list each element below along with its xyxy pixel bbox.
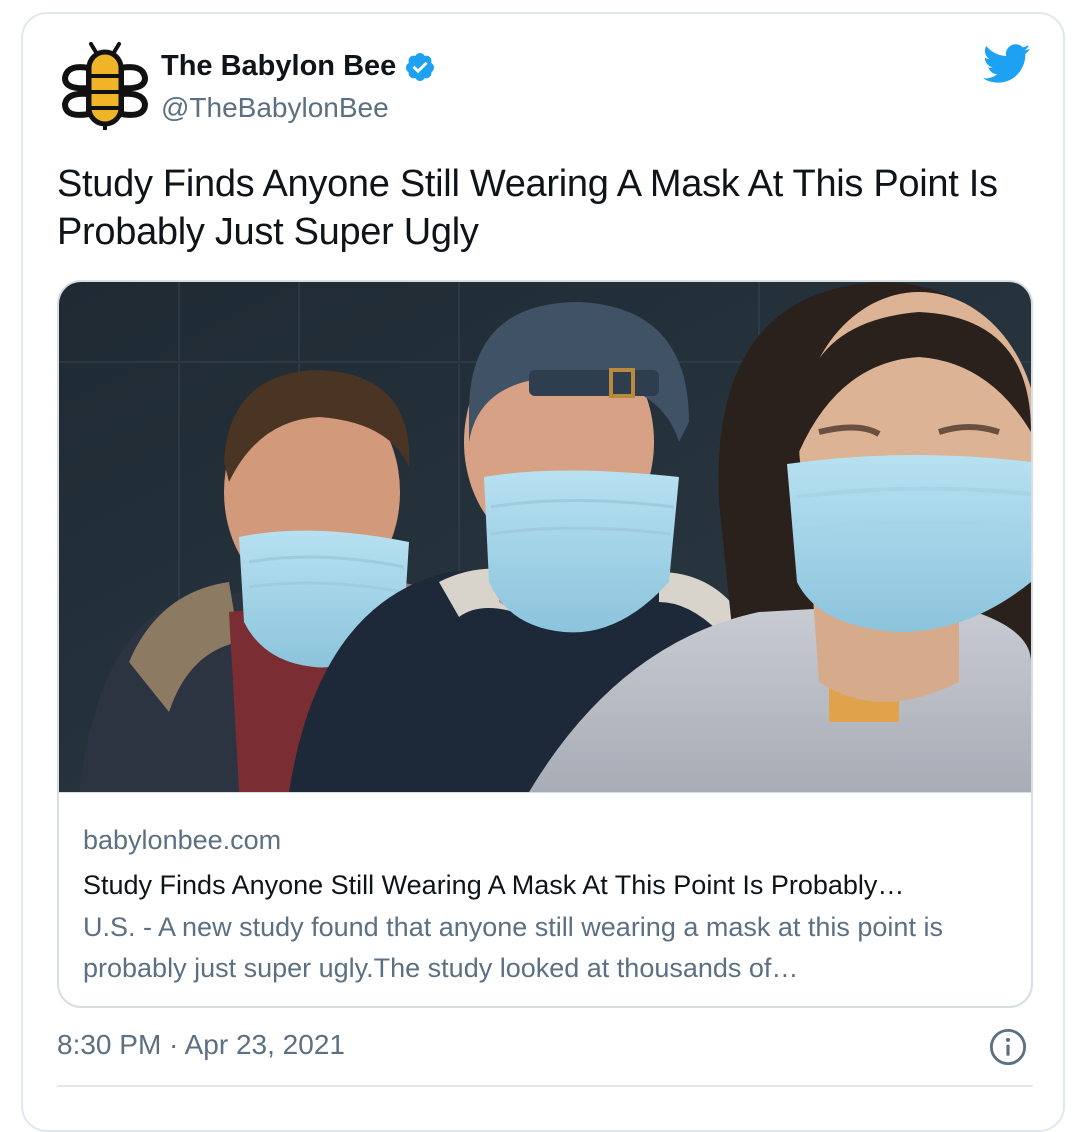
tweet-text: Study Finds Anyone Still Wearing A Mask … [57,163,998,253]
tweet-timestamp[interactable]: 8:30 PM · Apr 23, 2021 [57,1029,345,1061]
verified-badge-icon [406,52,435,81]
card-image[interactable] [59,282,1031,792]
card-body[interactable]: babylonbee.com Study Finds Anyone Still … [59,792,1031,1006]
divider [57,1085,1033,1087]
card-description: U.S. - A new study found that anyone sti… [83,912,943,983]
account-name-row[interactable]: The Babylon Bee [161,50,436,83]
tweet-card[interactable]: The Babylon Bee @TheBabylonBee Study Fin… [21,12,1065,1132]
link-preview-card[interactable]: babylonbee.com Study Finds Anyone Still … [57,280,1033,1008]
twitter-bird-icon[interactable] [983,44,1031,84]
info-icon[interactable] [989,1028,1027,1066]
account-handle[interactable]: @TheBabylonBee [161,92,389,124]
account-name[interactable]: The Babylon Bee [161,50,396,83]
card-title: Study Finds Anyone Still Wearing A Mask … [83,870,905,900]
card-domain: babylonbee.com [83,825,282,855]
bee-logo-icon[interactable] [59,40,151,132]
